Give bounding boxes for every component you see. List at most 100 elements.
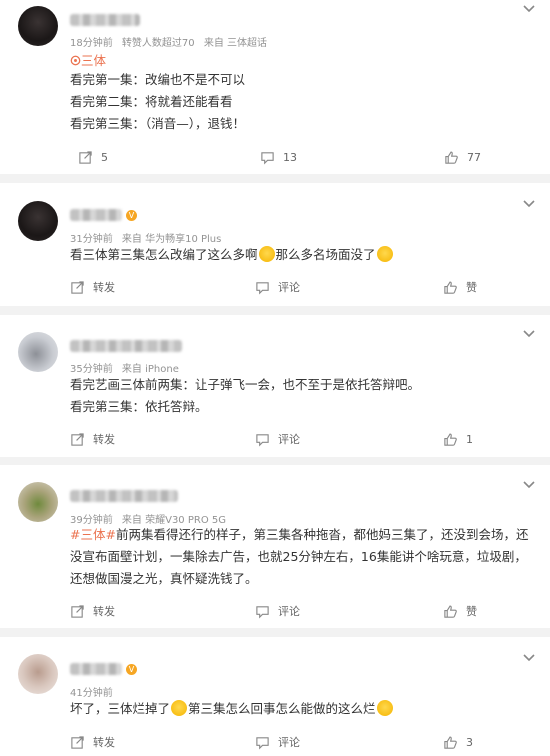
action-bar: 5 13 77 [0,147,550,167]
repost-icon [79,150,92,164]
like-label: 1 [466,432,473,446]
repost-icon [71,280,84,294]
repost-label: 转发 [93,605,115,618]
post-meta: 35分钟前 来自 iPhone [70,360,179,375]
chevron-down-icon[interactable] [522,329,536,339]
comment-label: 评论 [278,433,300,446]
action-bar: 转发 评论 3 [0,732,550,752]
like-label: 赞 [466,281,477,294]
super-topic-icon [70,55,81,66]
comment-icon [256,433,269,446]
post-text: 坏了，三体烂掉了 第三集怎么回事怎么能做的这么烂 [70,698,530,720]
comment-icon [256,281,269,294]
text-segment: 坏了，三体烂掉了 [70,701,171,716]
timestamp: 18分钟前 [70,38,113,49]
like-button[interactable]: 赞 [443,277,477,297]
like-button[interactable]: 赞 [443,601,477,621]
post-text: 看完艺画三体前两集：让子弹飞一会，也不至于是依托答辩吧。 看完第三集：依托答辩。 [70,374,530,418]
post-card: V 41分钟前 坏了，三体烂掉了 第三集怎么回事怎么能做的这么烂 转发 评论 3 [0,637,550,756]
chevron-down-icon[interactable] [522,653,536,663]
comment-icon [261,151,274,164]
comment-button[interactable]: 评论 [255,429,300,449]
topic-hashtag-link[interactable]: #三体# [70,527,116,542]
repost-button[interactable]: 转发 [70,732,115,752]
like-label: 3 [466,735,473,749]
text-line: 看完艺画三体前两集：让子弹飞一会，也不至于是依托答辩吧。 [70,377,421,392]
avatar[interactable] [18,482,58,522]
repost-label: 5 [101,150,108,164]
repost-button[interactable]: 转发 [70,277,115,297]
crying-emoji-icon [376,246,393,262]
avatar[interactable] [18,201,58,241]
repost-icon [71,735,84,749]
post-text: 看完第一集：改编也不是不可以 看完第二集：将就着还能看看 看完第三集：（消音—）… [70,69,530,135]
super-topic-label: 三体 [81,53,107,68]
repost-icon [71,604,84,618]
text-line: 看完第三集：（消音—），退钱！ [70,116,246,131]
comment-button[interactable]: 评论 [255,601,300,621]
repost-label: 转发 [93,433,115,446]
action-bar: 转发 评论 赞 [0,277,550,297]
text-line: 看完第三集：依托答辩。 [70,399,208,414]
like-icon [444,604,457,618]
text-segment: 那么多名场面没了 [275,247,376,262]
avatar[interactable] [18,6,58,46]
like-icon [445,150,458,164]
weibo-comment-feed: 18分钟前 转赞人数超过70 来自 三体超话 三体 看完第一集：改编也不是不可以… [0,0,550,756]
like-button[interactable]: 77 [444,147,481,167]
username-blurred[interactable] [70,209,122,221]
post-body: 前两集看得还行的样子，第三集各种拖沓，都他妈三集了，还没到会场，还没宣布面壁计划… [70,527,529,586]
username-blurred[interactable] [70,340,182,352]
chevron-down-icon[interactable] [522,4,536,14]
comment-label: 评论 [278,281,300,294]
post-card: 35分钟前 来自 iPhone 看完艺画三体前两集：让子弹飞一会，也不至于是依托… [0,315,550,457]
repost-icon [71,432,84,446]
repost-count-note: 转赞人数超过70 [121,38,195,49]
post-card: V 31分钟前 来自 华为畅享10 Plus 看三体第三集怎么改编了这么多啊 那么… [0,183,550,306]
like-icon [444,280,457,294]
like-label: 赞 [466,605,477,618]
repost-button[interactable]: 转发 [70,429,115,449]
vip-badge-icon: V [126,664,137,675]
repost-label: 转发 [93,281,115,294]
repost-label: 转发 [93,736,115,749]
comment-icon [256,736,269,749]
action-bar: 转发 评论 1 [0,429,550,449]
shocked-emoji-icon [171,700,188,716]
repost-button[interactable]: 5 [78,147,108,167]
repost-button[interactable]: 转发 [70,601,115,621]
text-segment: 第三集怎么回事怎么能做的这么烂 [188,701,376,716]
comment-button[interactable]: 评论 [255,732,300,752]
like-icon [444,432,457,446]
comment-button[interactable]: 评论 [255,277,300,297]
source[interactable]: 来自 三体超话 [204,38,267,49]
comment-icon [256,605,269,618]
post-card: 39分钟前 来自 荣耀V30 PRO 5G #三体#前两集看得还行的样子，第三集… [0,465,550,628]
like-button[interactable]: 3 [443,732,473,752]
post-meta: 41分钟前 [70,684,113,699]
post-meta: 18分钟前 转赞人数超过70 来自 三体超话 [70,34,267,49]
comment-button[interactable]: 13 [260,147,297,167]
comment-label: 评论 [278,605,300,618]
text-line: 看完第一集：改编也不是不可以 [70,72,246,87]
comment-label: 13 [283,150,297,164]
chevron-down-icon[interactable] [522,480,536,490]
chevron-down-icon[interactable] [522,199,536,209]
avatar[interactable] [18,654,58,694]
like-label: 77 [467,150,481,164]
like-button[interactable]: 1 [443,429,473,449]
avatar[interactable] [18,332,58,372]
username-blurred[interactable] [70,490,178,502]
sweat-emoji-icon [376,700,393,716]
crying-emoji-icon [258,246,275,262]
text-segment: 看三体第三集怎么改编了这么多啊 [70,247,258,262]
vip-badge-icon: V [126,210,137,221]
post-meta: 31分钟前 来自 华为畅享10 Plus [70,230,221,245]
text-line: 看完第二集：将就着还能看看 [70,94,233,109]
post-text: #三体#前两集看得还行的样子，第三集各种拖沓，都他妈三集了，还没到会场，还没宣布… [70,524,536,590]
username-blurred[interactable] [70,14,140,26]
action-bar: 转发 评论 赞 [0,601,550,621]
like-icon [444,735,457,749]
username-blurred[interactable] [70,663,122,675]
super-topic-link[interactable]: 三体 [70,50,106,69]
